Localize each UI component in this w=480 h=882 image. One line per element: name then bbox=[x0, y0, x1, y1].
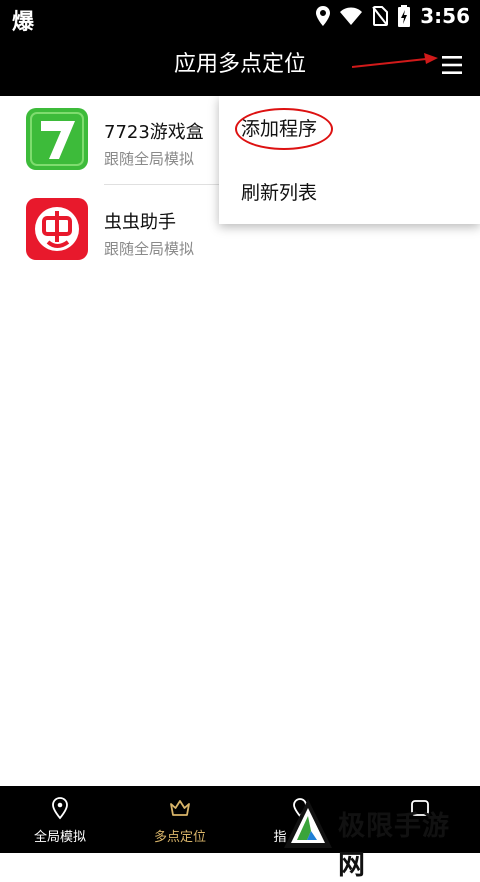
nav-global-simulation[interactable]: 全局模拟 bbox=[0, 786, 120, 853]
annotation-circle bbox=[235, 108, 333, 150]
watermark-text: 极限手游网 bbox=[338, 811, 450, 881]
menu-item-add-program[interactable]: 添加程序 bbox=[235, 108, 333, 150]
watermark: 极限手游网 bbox=[280, 796, 476, 881]
status-icons: 3:56 bbox=[316, 4, 470, 28]
status-bar: 爆 3:56 bbox=[0, 0, 480, 35]
watermark-logo-icon bbox=[284, 799, 332, 848]
status-notification-glyph: 爆 bbox=[12, 10, 35, 35]
hamburger-menu-icon[interactable] bbox=[440, 53, 464, 77]
no-sim-icon bbox=[372, 6, 389, 26]
location-pin-icon bbox=[52, 797, 68, 820]
overflow-menu: 添加程序 刷新列表 bbox=[219, 96, 480, 224]
annotation-arrow bbox=[352, 53, 438, 68]
7723-app-icon bbox=[26, 108, 88, 170]
crown-icon bbox=[170, 800, 190, 816]
app-mode: 跟随全局模拟 bbox=[104, 240, 195, 258]
location-icon bbox=[316, 6, 331, 26]
status-time: 3:56 bbox=[420, 4, 470, 28]
wifi-icon bbox=[340, 7, 363, 25]
nav-label: 全局模拟 bbox=[33, 830, 86, 845]
chongchong-app-icon bbox=[26, 198, 88, 260]
app-name: 虫虫助手 bbox=[104, 212, 176, 233]
menu-item-refresh-list[interactable]: 刷新列表 bbox=[241, 178, 317, 205]
app-mode: 跟随全局模拟 bbox=[104, 150, 195, 168]
battery-charging-icon bbox=[398, 5, 411, 27]
menu-item-label: 刷新列表 bbox=[241, 182, 318, 204]
app-name: 7723游戏盒 bbox=[104, 122, 204, 143]
